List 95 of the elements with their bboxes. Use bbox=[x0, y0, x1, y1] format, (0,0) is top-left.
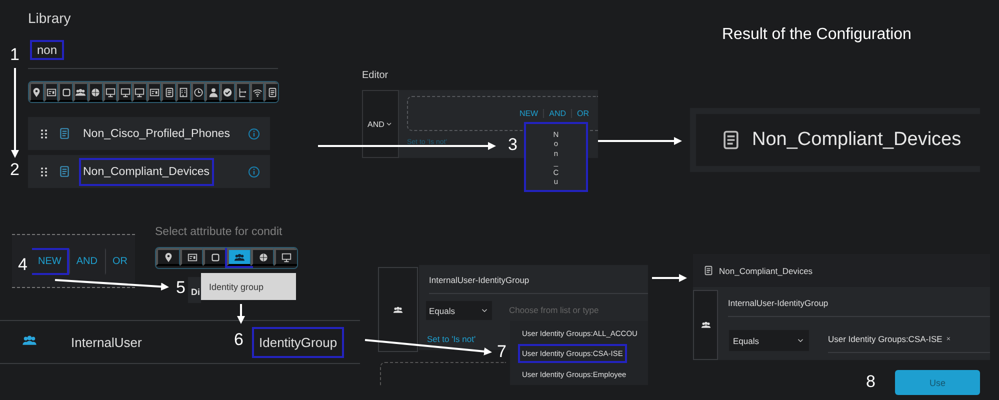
attribute-tab[interactable] bbox=[205, 82, 220, 102]
clock-icon bbox=[193, 86, 204, 98]
wifi-icon bbox=[252, 86, 263, 98]
pin-icon bbox=[31, 86, 42, 98]
operator-dropdown[interactable]: AND bbox=[362, 90, 399, 158]
attribute-name: IdentityGroup bbox=[252, 326, 344, 358]
square-icon bbox=[60, 86, 72, 98]
editor-title: Editor bbox=[362, 70, 390, 81]
attribute-tab[interactable] bbox=[190, 82, 206, 102]
card-icon bbox=[46, 86, 58, 98]
monitor-icon bbox=[134, 86, 146, 98]
attribute-name: InternalUser-IdentityGroup bbox=[728, 298, 990, 317]
people-icon bbox=[75, 86, 86, 98]
check-icon bbox=[222, 86, 234, 98]
drag-handle-icon bbox=[38, 166, 50, 178]
drag-handle-icon bbox=[38, 128, 50, 140]
card-icon bbox=[148, 86, 160, 98]
attribute-tab[interactable] bbox=[274, 248, 297, 266]
attribute-tab[interactable] bbox=[29, 82, 44, 102]
attribute-tab[interactable] bbox=[146, 82, 162, 102]
search-field[interactable]: non bbox=[28, 38, 278, 69]
square-icon bbox=[210, 252, 222, 262]
step-number: 8 bbox=[866, 372, 876, 392]
person-icon bbox=[208, 86, 219, 98]
info-icon bbox=[248, 128, 260, 140]
attribute-tab[interactable] bbox=[220, 82, 235, 102]
document-icon bbox=[266, 86, 278, 98]
step-number: 2 bbox=[10, 160, 20, 180]
action-link[interactable]: AND bbox=[543, 109, 571, 118]
step-number: 4 bbox=[18, 255, 28, 275]
pin-icon bbox=[162, 252, 174, 262]
document-icon bbox=[58, 127, 71, 140]
attribute-tab[interactable] bbox=[156, 248, 180, 266]
people-icon bbox=[22, 333, 37, 348]
card-icon bbox=[186, 252, 198, 262]
dictionary-row-fragment: Di bbox=[188, 277, 201, 303]
people-icon bbox=[234, 252, 245, 262]
library-item[interactable]: Non_Cisco_Profiled_Phones bbox=[28, 117, 270, 150]
step-number: 3 bbox=[508, 135, 518, 155]
attribute-prompt: Select attribute for condit bbox=[155, 226, 282, 238]
monitor-icon bbox=[104, 86, 116, 98]
set-not-link[interactable]: Set to 'Is not' bbox=[427, 334, 476, 344]
condition-name: Non_Compliant_Devices bbox=[79, 158, 214, 186]
condition-name: Non_Cisco_Profiled_Phones bbox=[82, 126, 232, 142]
tooltip: Identity group bbox=[201, 273, 296, 300]
globe-icon bbox=[90, 86, 102, 98]
attribute-tab[interactable] bbox=[176, 82, 191, 102]
library-title: Library bbox=[28, 10, 72, 26]
dictionary-name: InternalUser bbox=[71, 334, 143, 350]
attribute-tab[interactable] bbox=[227, 248, 251, 266]
action-link[interactable]: NEW bbox=[32, 248, 70, 274]
people-icon bbox=[393, 304, 403, 314]
globe-icon bbox=[258, 252, 269, 262]
attribute-tab[interactable] bbox=[234, 82, 250, 102]
attribute-tab[interactable] bbox=[58, 82, 74, 102]
step-number: 5 bbox=[176, 278, 186, 298]
attribute-tab[interactable] bbox=[180, 248, 204, 266]
building-icon bbox=[178, 86, 190, 98]
attribute-name: InternalUser-IdentityGroup bbox=[429, 275, 648, 294]
step-number: 7 bbox=[497, 342, 506, 362]
operator-dropdown[interactable]: Equals bbox=[426, 301, 492, 320]
chevron-down-icon bbox=[385, 120, 394, 128]
attribute-tab[interactable] bbox=[117, 82, 132, 102]
attribute-tab[interactable] bbox=[73, 82, 88, 102]
arrow bbox=[237, 304, 245, 324]
action-link[interactable]: AND bbox=[69, 248, 106, 274]
hierarchy-icon bbox=[237, 86, 248, 98]
step-number: 6 bbox=[234, 330, 244, 350]
attribute-tab[interactable] bbox=[203, 248, 228, 266]
condition-name: Non_Compliant_Devices bbox=[719, 266, 813, 276]
document-icon bbox=[164, 86, 175, 98]
action-link[interactable]: OR bbox=[571, 109, 594, 118]
attribute-tab[interactable] bbox=[88, 82, 103, 102]
condition-name: Non_Compliant_Devices bbox=[752, 129, 962, 151]
library-item[interactable]: Non_Compliant_Devices bbox=[28, 155, 270, 188]
action-link[interactable]: OR bbox=[105, 248, 136, 274]
action-link[interactable]: NEW bbox=[514, 109, 544, 118]
document-icon bbox=[58, 165, 71, 178]
document-icon bbox=[703, 265, 714, 276]
info-icon bbox=[248, 166, 260, 178]
attribute-tab[interactable] bbox=[102, 82, 118, 102]
operator-dropdown[interactable]: Equals bbox=[729, 330, 809, 351]
monitor-icon bbox=[120, 86, 131, 98]
attribute-tab[interactable] bbox=[250, 248, 274, 266]
attribute-tab[interactable] bbox=[44, 82, 58, 102]
result-title: Result of the Configuration bbox=[722, 26, 912, 44]
people-icon bbox=[700, 320, 710, 330]
arrow bbox=[652, 274, 687, 282]
attribute-tab[interactable] bbox=[264, 82, 278, 102]
attribute-tab[interactable] bbox=[250, 82, 264, 102]
monitor-icon bbox=[281, 252, 292, 262]
attribute-tab[interactable] bbox=[161, 82, 176, 102]
attribute-tab[interactable] bbox=[132, 82, 147, 102]
step-number: 1 bbox=[10, 45, 20, 65]
selected-value: User Identity Groups:CSA-ISE bbox=[828, 334, 942, 344]
